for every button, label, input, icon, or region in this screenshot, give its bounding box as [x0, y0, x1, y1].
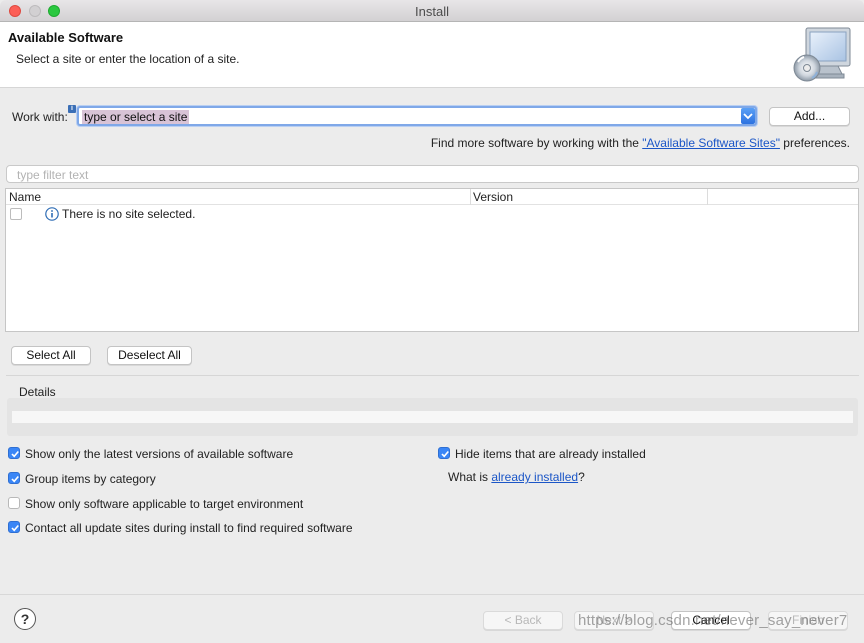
work-with-combobox[interactable]: type or select a site	[77, 106, 757, 126]
contact-update-sites-label[interactable]: Contact all update sites during install …	[25, 521, 353, 535]
table-header: Name Version	[6, 189, 858, 205]
what-is-prefix: What is	[448, 470, 492, 484]
group-by-category-label[interactable]: Group items by category	[25, 472, 156, 486]
install-window: Install Available Software Select a site…	[0, 0, 864, 643]
title-bar[interactable]: Install	[0, 0, 864, 22]
column-divider[interactable]	[470, 189, 471, 205]
group-by-category-checkbox[interactable]	[8, 472, 20, 484]
details-label: Details	[19, 385, 56, 399]
work-with-label: Work with:	[12, 110, 68, 124]
what-is-suffix: ?	[578, 470, 585, 484]
content-assist-info-icon: i	[68, 105, 76, 113]
divider	[6, 375, 859, 376]
find-more-text: Find more software by working with the "…	[431, 136, 850, 150]
deselect-all-button[interactable]: Deselect All	[107, 346, 192, 365]
watermark-text: https://blog.csdn.net/never_say_never7	[578, 612, 848, 629]
column-header-name[interactable]: Name	[9, 190, 41, 204]
chevron-down-icon	[743, 113, 753, 120]
page-title: Available Software	[8, 30, 124, 45]
checkmark-icon	[441, 450, 449, 458]
column-header-version[interactable]: Version	[473, 190, 513, 204]
window-title: Install	[415, 4, 449, 19]
software-table[interactable]: Name Version There is no site selected.	[5, 188, 859, 332]
column-divider[interactable]	[707, 189, 708, 205]
info-icon	[45, 207, 59, 221]
find-more-prefix: Find more software by working with the	[430, 136, 643, 150]
add-site-button[interactable]: Add...	[769, 107, 850, 126]
work-with-dropdown-button[interactable]	[741, 108, 755, 124]
contact-update-sites-checkbox[interactable]	[8, 521, 20, 533]
checkmark-icon	[11, 524, 19, 532]
install-monitor-icon	[790, 24, 854, 86]
filter-input[interactable]: type filter text	[6, 165, 859, 183]
work-with-input[interactable]: type or select a site	[82, 110, 190, 124]
latest-versions-label[interactable]: Show only the latest versions of availab…	[25, 447, 293, 461]
details-text-area	[12, 411, 853, 423]
hide-installed-checkbox[interactable]	[438, 447, 450, 459]
target-environment-checkbox[interactable]	[8, 497, 20, 509]
help-button[interactable]: ?	[14, 608, 36, 630]
filter-placeholder: type filter text	[17, 168, 89, 182]
footer-divider	[0, 594, 864, 595]
details-panel	[7, 398, 858, 436]
checkmark-icon	[11, 450, 19, 458]
what-is-installed-text: What is already installed?	[448, 470, 585, 484]
select-all-button[interactable]: Select All	[11, 346, 91, 365]
page-subtitle: Select a site or enter the location of a…	[16, 52, 240, 66]
latest-versions-checkbox[interactable]	[8, 447, 20, 459]
header-banner: Available Software Select a site or ente…	[0, 22, 864, 88]
already-installed-link[interactable]: already installed	[491, 470, 578, 484]
available-software-sites-link[interactable]: "Available Software Sites"	[642, 136, 780, 150]
hide-installed-label[interactable]: Hide items that are already installed	[455, 447, 646, 461]
find-more-suffix: preferences.	[779, 136, 850, 150]
target-environment-label[interactable]: Show only software applicable to target …	[25, 497, 303, 511]
empty-table-message: There is no site selected.	[62, 207, 196, 221]
checkmark-icon	[11, 475, 19, 483]
back-button[interactable]: < Back	[483, 611, 563, 630]
row-checkbox[interactable]	[10, 208, 22, 220]
